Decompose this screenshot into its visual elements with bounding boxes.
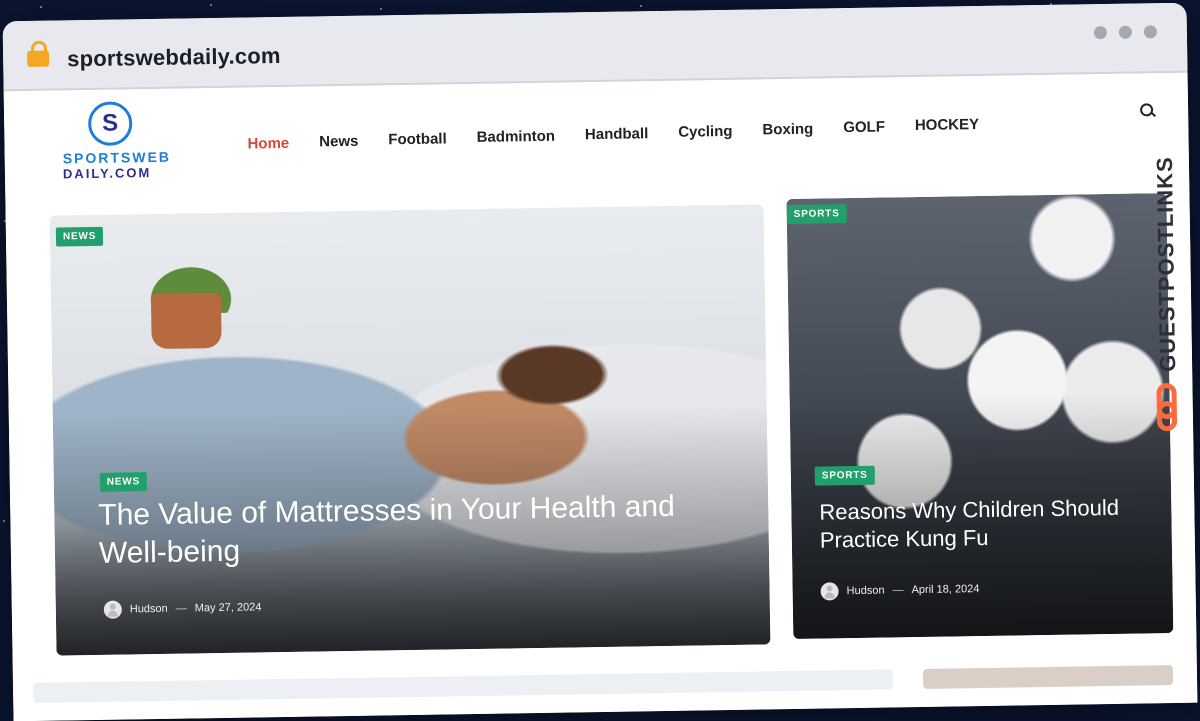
site-logo[interactable]: S SPORTSWEB DAILY.COM <box>52 101 183 183</box>
window-dot-icon[interactable] <box>1118 25 1132 39</box>
nav-item-boxing[interactable]: Boxing <box>747 120 828 144</box>
lock-icon <box>27 50 50 67</box>
post-title[interactable]: The Value of Mattresses in Your Health a… <box>98 488 679 573</box>
logo-mark: S <box>87 101 133 147</box>
next-row-card <box>32 669 894 703</box>
window-dot-icon[interactable] <box>1143 25 1157 39</box>
nav-item-cycling[interactable]: Cycling <box>663 123 748 146</box>
search-icon[interactable] <box>1140 103 1154 117</box>
website: S SPORTSWEB DAILY.COM Home News Football… <box>3 72 1198 721</box>
window-dot-icon[interactable] <box>1093 25 1107 40</box>
next-row-card <box>922 665 1174 689</box>
avatar-icon <box>103 600 122 619</box>
meta-separator: — <box>892 584 904 597</box>
nav-item-hockey[interactable]: HOCKEY <box>900 116 995 142</box>
featured-post-card[interactable]: NEWS NEWS The Value of Mattresses in You… <box>49 204 771 656</box>
post-meta: Hudson — May 27, 2024 <box>103 598 262 619</box>
window-controls <box>1093 25 1157 40</box>
post-title[interactable]: Reasons Why Children Should Practice Kun… <box>819 493 1150 554</box>
avatar-icon <box>820 582 839 601</box>
post-date: May 27, 2024 <box>194 601 262 615</box>
plant-pot <box>150 292 222 350</box>
address-bar[interactable]: sportswebdaily.com <box>67 43 281 72</box>
nav-item-home[interactable]: Home <box>232 135 304 153</box>
category-badge[interactable]: NEWS <box>55 226 104 247</box>
post-date: April 18, 2024 <box>911 583 980 597</box>
watermark-text: GUESTPOSTLINKS <box>1151 156 1181 373</box>
guestpostlinks-watermark: GUESTPOSTLINKS <box>1146 133 1185 433</box>
logo-text-line1: SPORTSWEB <box>62 148 172 167</box>
meta-separator: — <box>175 602 187 615</box>
browser-window: sportswebdaily.com S SPORTSWEB DAILY.COM… <box>2 2 1198 721</box>
nav-item-news[interactable]: News <box>304 133 373 152</box>
category-badge[interactable]: NEWS <box>99 472 148 492</box>
nav-item-golf[interactable]: GOLF <box>828 118 900 143</box>
category-badge[interactable]: SPORTS <box>814 465 875 486</box>
main-nav: Home News Football Badminton Handball Cy… <box>232 116 994 153</box>
logo-text-line2: DAILY.COM <box>62 165 152 182</box>
nav-item-badminton[interactable]: Badminton <box>462 127 571 149</box>
nav-item-football[interactable]: Football <box>373 130 462 150</box>
link-icon <box>1156 400 1178 432</box>
post-meta: Hudson — April 18, 2024 <box>820 580 980 601</box>
logo-letter: S <box>101 109 119 137</box>
post-author[interactable]: Hudson <box>847 585 885 598</box>
side-post-card[interactable]: SPORTS SPORTS Reasons Why Children Shoul… <box>786 193 1174 639</box>
category-badge[interactable]: SPORTS <box>786 204 847 225</box>
post-author[interactable]: Hudson <box>130 603 168 616</box>
nav-item-handball[interactable]: Handball <box>570 125 664 147</box>
